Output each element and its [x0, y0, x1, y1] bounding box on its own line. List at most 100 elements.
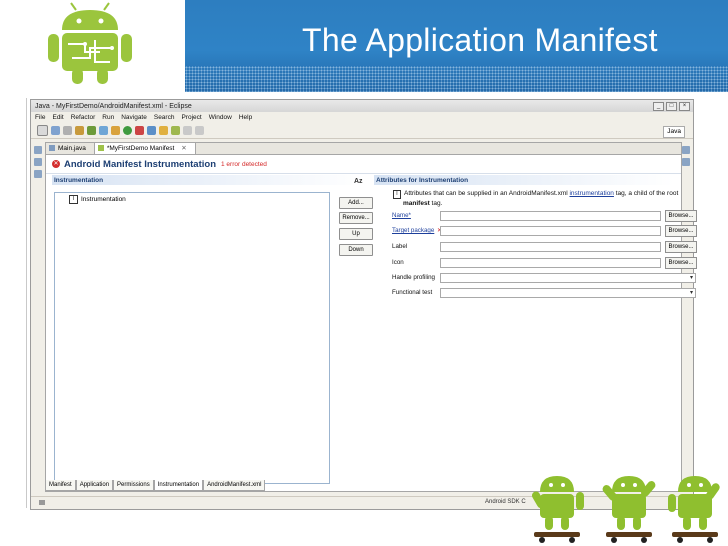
section-attributes: Attributes for Instrumentation	[376, 177, 469, 184]
remove-button[interactable]: Remove...	[339, 212, 373, 224]
menu-search[interactable]: Search	[154, 114, 175, 121]
left-trim	[32, 142, 44, 497]
section-instrumentation: Instrumentation	[54, 177, 104, 184]
search-icon[interactable]	[159, 126, 168, 135]
tab-application[interactable]: Application	[75, 480, 114, 491]
new-project-icon[interactable]	[87, 126, 96, 135]
menu-file[interactable]: File	[35, 114, 45, 121]
target-package-input[interactable]	[440, 225, 661, 236]
outline-icon[interactable]	[682, 146, 690, 154]
external-tools-icon[interactable]	[135, 126, 144, 135]
forward-icon[interactable]	[195, 126, 204, 135]
android-skater-icon	[668, 476, 720, 543]
minimize-button[interactable]: _	[653, 102, 664, 111]
android-logo	[0, 0, 185, 92]
android-skater-icon	[532, 476, 584, 543]
down-button[interactable]: Down	[339, 244, 373, 256]
new-package-icon[interactable]	[99, 126, 108, 135]
new-icon[interactable]	[37, 125, 48, 136]
editor-tabs: Main.java *MyFirstDemo Manifest ✕	[46, 143, 681, 155]
window-title: Java - MyFirstDemo/AndroidManifest.xml -…	[35, 102, 192, 110]
package-explorer-icon[interactable]	[34, 146, 42, 154]
tab-label: Main.java	[58, 145, 86, 152]
maximize-button[interactable]: □	[666, 102, 677, 111]
target-package-browse-button[interactable]: Browse...	[665, 224, 697, 237]
manifest-file-icon	[97, 145, 104, 151]
info-icon: I	[393, 190, 401, 199]
instrumentation-icon: I	[69, 195, 78, 204]
android-skater-icon	[602, 476, 656, 543]
manifest-editor: Main.java *MyFirstDemo Manifest ✕ ✕ Andr…	[45, 142, 697, 492]
error-icon: ✕	[52, 160, 60, 168]
perspective-java[interactable]: Java	[663, 126, 685, 138]
tree-item[interactable]: I Instrumentation	[69, 195, 126, 204]
label-browse-button[interactable]: Browse...	[665, 240, 697, 253]
info-text: tag, a child of the root	[613, 190, 679, 197]
icon-browse-button[interactable]: Browse...	[665, 256, 697, 269]
up-button[interactable]: Up	[339, 228, 373, 240]
open-type-icon[interactable]	[147, 126, 156, 135]
tab-permissions[interactable]: Permissions	[113, 480, 154, 491]
debug-icon[interactable]	[111, 126, 120, 135]
slide-title: The Application Manifest	[302, 22, 658, 58]
menu-navigate[interactable]: Navigate	[121, 114, 147, 121]
close-button[interactable]: ×	[679, 102, 690, 111]
menu-edit[interactable]: Edit	[52, 114, 63, 121]
tab-label: *MyFirstDemo Manifest	[106, 145, 175, 152]
android-logo-icon	[48, 2, 132, 84]
menu-bar: File Edit Refactor Run Navigate Search P…	[31, 112, 693, 123]
name-label[interactable]: Name*	[392, 212, 440, 219]
handle-profiling-select[interactable]: ▾	[440, 272, 696, 283]
sdk-status: Android SDK C	[485, 499, 526, 505]
field-row-target-package: Target package ✕ Browse...	[392, 224, 697, 237]
form-title: Android Manifest Instrumentation	[64, 158, 216, 170]
manifest-bold: manifest	[403, 200, 430, 207]
android-sdk-icon[interactable]	[75, 126, 84, 135]
name-browse-button[interactable]: Browse...	[665, 209, 697, 222]
add-button[interactable]: Add...	[339, 197, 373, 209]
tab-manifest-page[interactable]: Manifest	[45, 480, 76, 491]
menu-project[interactable]: Project	[181, 114, 201, 121]
close-icon[interactable]: ✕	[181, 145, 186, 152]
menu-refactor[interactable]: Refactor	[71, 114, 96, 121]
functional-test-label: Functional test	[392, 289, 433, 296]
sort-button[interactable]: Az	[354, 178, 363, 185]
menu-help[interactable]: Help	[239, 114, 252, 121]
chevron-down-icon: ▾	[689, 289, 693, 296]
menu-window[interactable]: Window	[209, 114, 232, 121]
field-row-icon: Icon Browse...	[392, 256, 697, 269]
banner-dot-pattern	[185, 66, 728, 92]
status-bar: Android SDK C	[31, 496, 693, 509]
menu-run[interactable]: Run	[102, 114, 114, 121]
field-row-label: Label Browse...	[392, 240, 697, 253]
icon-input[interactable]	[440, 257, 661, 268]
task-list-icon[interactable]	[682, 158, 690, 166]
field-row-name: Name* Browse...	[392, 209, 697, 222]
annotation-icon[interactable]	[171, 126, 180, 135]
instrumentation-link[interactable]: instrumentation	[569, 190, 613, 197]
editor-page-tabs: Manifest Application Permissions Instrum…	[45, 480, 266, 491]
label-input[interactable]	[440, 241, 661, 252]
tab-instrumentation[interactable]: Instrumentation	[153, 480, 204, 491]
label-label: Label	[392, 243, 408, 250]
error-message[interactable]: 1 error detected	[221, 161, 267, 168]
instrumentation-tree[interactable]: I Instrumentation	[54, 192, 330, 484]
tab-androidmanifest-xml[interactable]: AndroidManifest.xml	[203, 480, 266, 491]
java-file-icon	[49, 145, 55, 151]
hierarchy-icon[interactable]	[34, 158, 42, 166]
functional-test-select[interactable]: ▾	[440, 287, 696, 298]
slide-divider	[26, 98, 27, 508]
window-titlebar: Java - MyFirstDemo/AndroidManifest.xml -…	[31, 100, 693, 112]
tab-main-java[interactable]: Main.java	[46, 143, 95, 154]
form-header: ✕ Android Manifest Instrumentation 1 err…	[46, 155, 681, 174]
back-icon[interactable]	[183, 126, 192, 135]
print-icon[interactable]	[63, 126, 72, 135]
name-input[interactable]	[440, 210, 661, 221]
chevron-down-icon: ▾	[689, 274, 693, 281]
run-icon[interactable]	[123, 126, 132, 135]
save-icon[interactable]	[51, 126, 60, 135]
navigator-icon[interactable]	[34, 170, 42, 178]
tab-manifest[interactable]: *MyFirstDemo Manifest ✕	[94, 143, 196, 154]
target-package-label[interactable]: Target package	[392, 227, 440, 234]
tree-item-label: Instrumentation	[81, 196, 126, 203]
